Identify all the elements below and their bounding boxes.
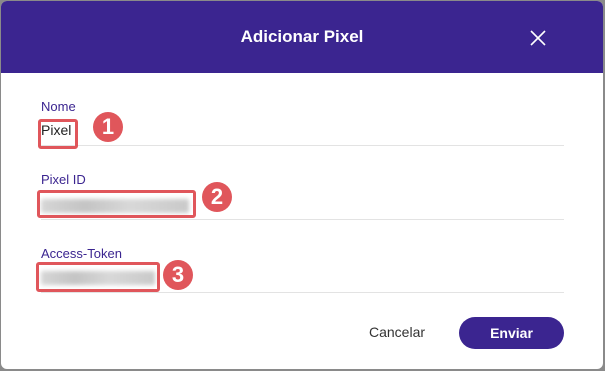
annotation-badge-2: 2 — [202, 182, 232, 212]
access-token-field[interactable]: Access-Token — [41, 246, 564, 294]
pixel-id-label: Pixel ID — [41, 172, 86, 187]
pixel-id-value-redacted — [41, 199, 189, 213]
close-icon[interactable] — [527, 27, 549, 49]
name-value: Pixel — [41, 122, 72, 138]
access-token-underline — [41, 292, 564, 293]
pixel-id-underline — [41, 219, 564, 220]
annotation-badge-3: 3 — [163, 260, 193, 290]
annotation-badge-1: 1 — [93, 112, 123, 142]
dialog-title: Adicionar Pixel — [240, 27, 364, 46]
name-label: Nome — [41, 99, 76, 114]
submit-button[interactable]: Enviar — [459, 317, 564, 349]
name-underline — [41, 145, 564, 146]
access-token-value-redacted — [41, 271, 155, 285]
access-token-label: Access-Token — [41, 246, 122, 261]
dialog-header: Adicionar Pixel — [1, 1, 603, 73]
pixel-id-field[interactable]: Pixel ID — [41, 172, 564, 220]
add-pixel-dialog: Adicionar Pixel Nome Pixel Pixel ID Acce… — [1, 1, 603, 369]
cancel-button[interactable]: Cancelar — [361, 317, 433, 347]
